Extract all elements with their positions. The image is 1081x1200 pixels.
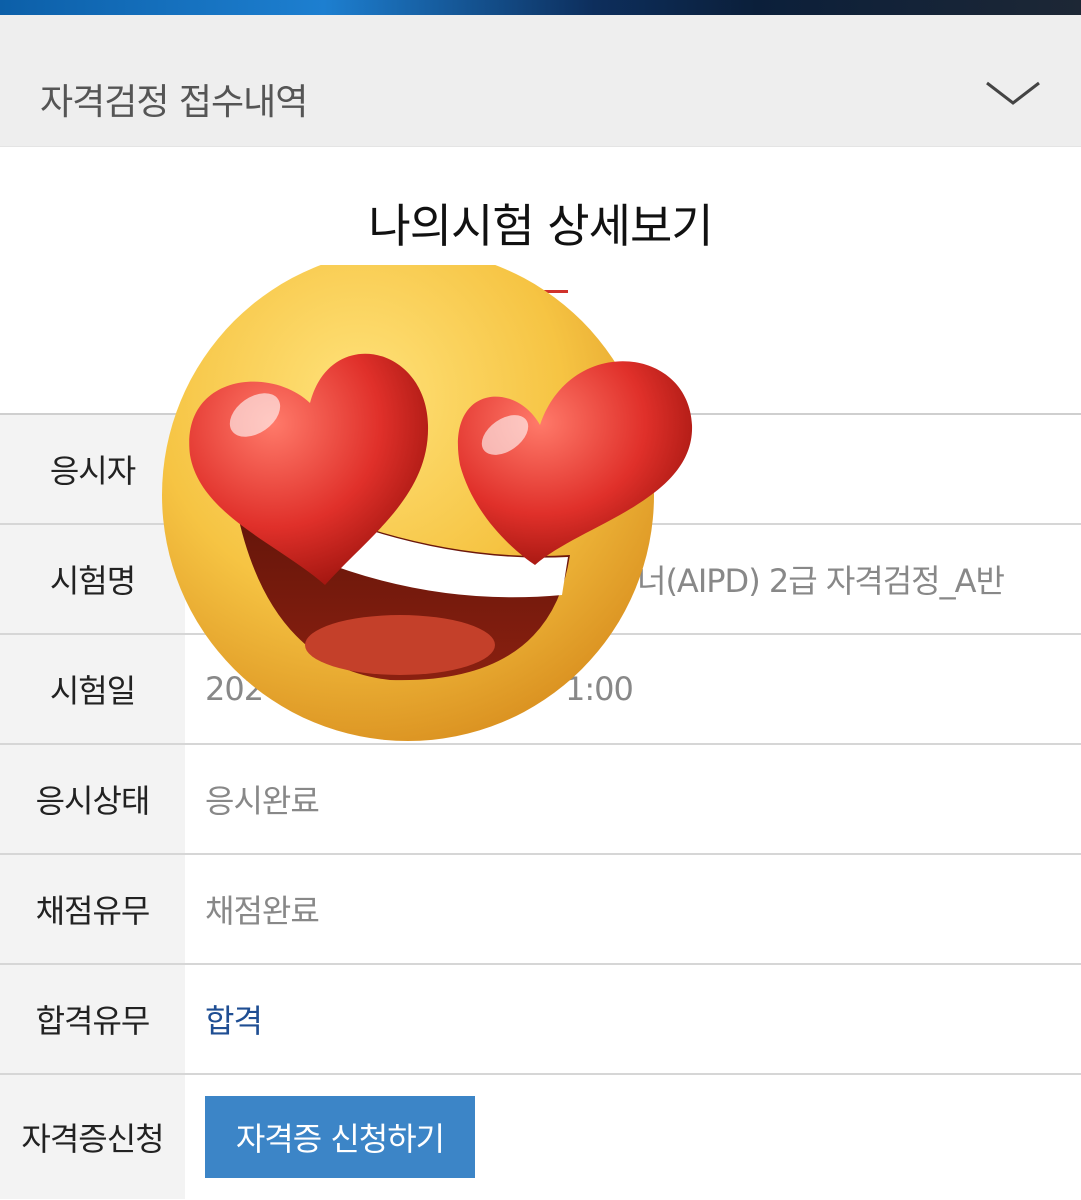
pass-status-value: 합격 — [205, 1002, 263, 1040]
row-label: 시험일 — [0, 635, 185, 743]
row-label: 채점유무 — [0, 855, 185, 963]
table-row: 응시상태 응시완료 — [0, 745, 1081, 855]
page-title: 나의시험 상세보기 — [368, 199, 713, 253]
table-row: 채점유무 채점완료 — [0, 855, 1081, 965]
row-value: 자격증 신청하기 — [185, 1075, 1081, 1199]
top-banner — [0, 0, 1081, 15]
chevron-down-icon[interactable] — [985, 79, 1041, 107]
table-row: 합격유무 합격 — [0, 965, 1081, 1075]
row-label: 시험명 — [0, 525, 185, 633]
heart-eyes-emoji-icon — [162, 265, 693, 741]
table-row: 자격증신청 자격증 신청하기 — [0, 1075, 1081, 1199]
apply-certificate-button[interactable]: 자격증 신청하기 — [205, 1096, 475, 1178]
row-label: 응시상태 — [0, 745, 185, 853]
accordion-title: 자격검정 접수내역 — [40, 82, 308, 123]
row-label: 응시자 — [0, 415, 185, 523]
row-label: 자격증신청 — [0, 1075, 185, 1199]
row-value: 채점완료 — [205, 892, 320, 930]
row-value: 응시완료 — [205, 782, 320, 820]
accordion-header[interactable]: 자격검정 접수내역 — [0, 15, 1081, 147]
row-label: 합격유무 — [0, 965, 185, 1073]
